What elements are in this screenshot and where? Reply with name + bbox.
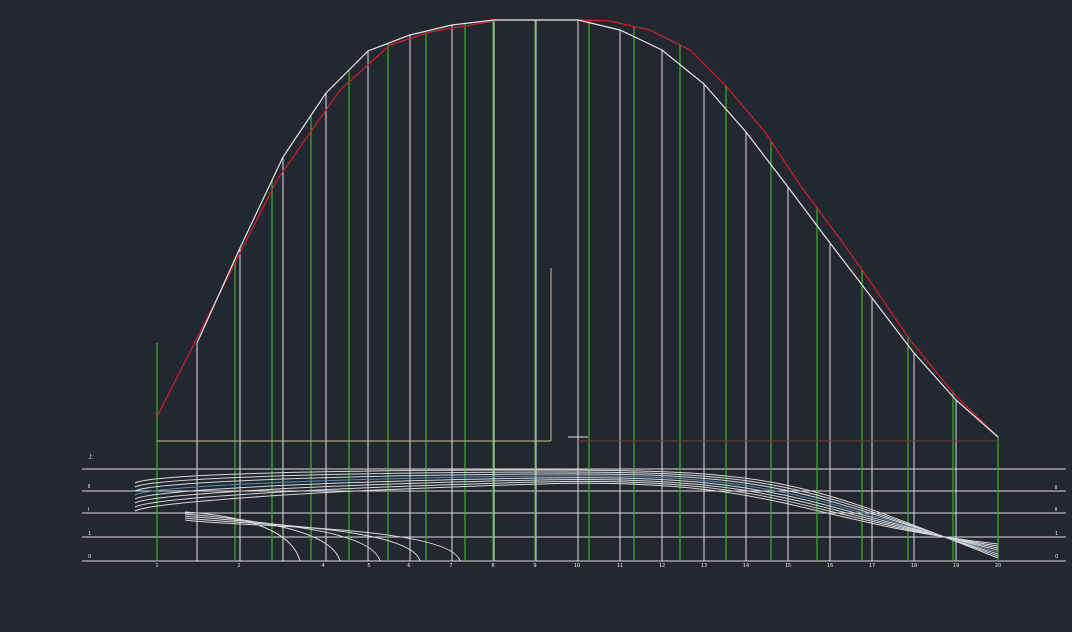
waterlines-plan xyxy=(134,469,999,562)
sectional-area-curve xyxy=(196,19,999,438)
waterline-label-left: Ⅰ xyxy=(88,507,89,513)
buttock-curve xyxy=(184,519,461,562)
waterline-label-right: Ⅱ xyxy=(1055,507,1057,513)
station-label: 9 xyxy=(533,563,536,569)
station-label: 12 xyxy=(659,563,665,569)
station-label: 15 xyxy=(785,563,791,569)
waterline-label-right: 0 xyxy=(1055,554,1058,560)
waterline-label-left: 上 xyxy=(88,453,93,460)
station-label: 6 xyxy=(407,563,410,569)
waterline-label-right: 1 xyxy=(1055,531,1058,537)
station-label: 16 xyxy=(827,563,833,569)
station-label: 18 xyxy=(911,563,917,569)
station-label: 7 xyxy=(449,563,452,569)
waterline-curve xyxy=(134,471,999,557)
buttock-curve xyxy=(184,517,421,562)
station-label: 2 xyxy=(237,563,240,569)
waterline-curve xyxy=(134,482,999,545)
waterline-curve xyxy=(134,475,999,553)
station-label: 5 xyxy=(367,563,370,569)
waterline-label-left: 1 xyxy=(88,531,91,537)
station-label: 20 xyxy=(995,563,1001,569)
station-label: 1 xyxy=(155,563,158,569)
station-label: 8 xyxy=(491,563,494,569)
station-label: 19 xyxy=(953,563,959,569)
station-label: 11 xyxy=(617,563,623,569)
waterline-label-left: Ⅱ xyxy=(88,484,90,490)
station-label: 17 xyxy=(869,563,875,569)
cad-drawing-canvas: 1 2 4 5 6 7 8 9 10 11 12 13 14 15 16 17 18 19 20上ⅡⅠ10ⅡⅡ10 xyxy=(82,19,1066,569)
waterline-curve xyxy=(134,473,999,555)
station-label: 4 xyxy=(321,563,324,569)
waterline-curve xyxy=(134,477,999,551)
waterline-label-right: Ⅱ xyxy=(1055,485,1057,491)
station-label: 10 xyxy=(574,563,580,569)
station-label: 13 xyxy=(701,563,707,569)
waterline-label-left: 0 xyxy=(88,554,91,560)
waterline-curve xyxy=(134,479,999,549)
station-label: 14 xyxy=(743,563,749,569)
